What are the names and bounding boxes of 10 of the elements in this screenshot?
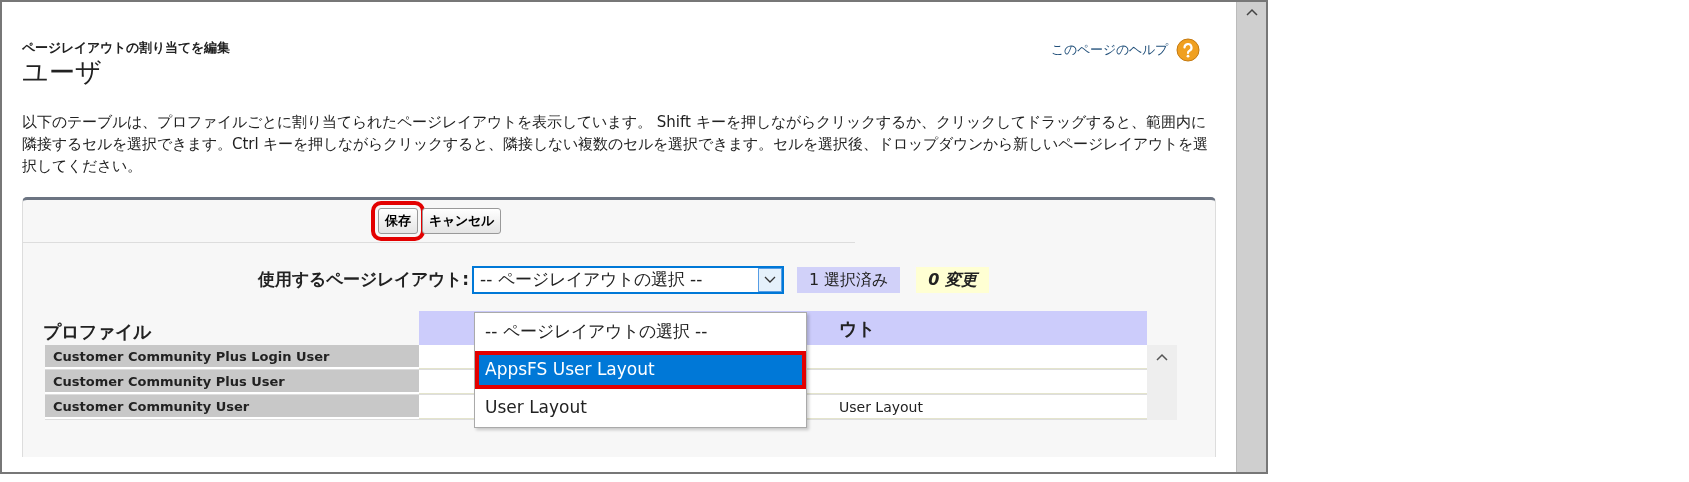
profile-cell: Customer Community Plus Login User bbox=[45, 344, 419, 369]
change-count: 0 変更 bbox=[916, 266, 989, 293]
profile-cell: Customer Community Plus User bbox=[45, 369, 419, 394]
description-text: 以下のテーブルは、プロファイルごとに割り当てられたページレイアウトを表示しています。 Shift キーを押しながらクリックするか、クリックしてドラッグすると、範囲内に隣接するセルを選択できます。Ctrl キーを押しながらクリックすると、隣接しない複数のセルを選択できます。セルを選択後、ドロップダウンから新しいページレイアウトを選択してください。 bbox=[22, 112, 1210, 177]
picklist-label: 使用するページレイアウト: bbox=[257, 268, 470, 292]
page-title: ユーザ bbox=[22, 57, 103, 87]
column-heading: プロファイル bbox=[43, 319, 153, 344]
profile-cell: Customer Community User bbox=[45, 394, 419, 419]
page-subtitle: ページレイアウトの割り当てを編集 bbox=[22, 39, 230, 57]
selected-count: 1 選択済み bbox=[797, 266, 901, 293]
